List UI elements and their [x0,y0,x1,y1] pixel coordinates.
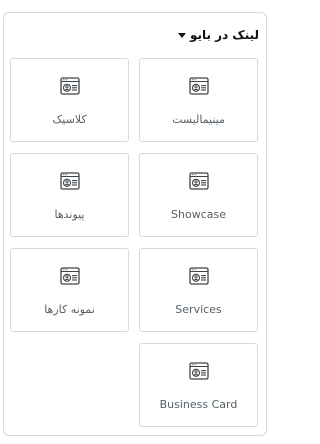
tile-label: نمونه کارها [44,303,95,316]
profile-card-icon [59,77,80,95]
tile-label: Showcase [171,208,226,221]
template-tile-showcase[interactable]: Showcase [139,153,258,237]
template-tile-portfolio[interactable]: نمونه کارها [10,248,129,332]
profile-card-icon [59,172,80,190]
link-in-bio-panel: لینک در بایو مینیمالیست کلاسیک Showcase … [3,12,267,436]
profile-card-icon [59,267,80,285]
profile-card-icon [188,267,209,285]
tile-label: کلاسیک [52,113,87,126]
panel-header-toggle[interactable]: لینک در بایو [177,25,259,45]
template-tile-minimalist[interactable]: مینیمالیست [139,58,258,142]
profile-card-icon [188,77,209,95]
panel-title: لینک در بایو [189,28,259,42]
template-tile-business-card[interactable]: Business Card [139,343,258,427]
template-tile-links[interactable]: پیوندها [10,153,129,237]
template-tile-classic[interactable]: کلاسیک [10,58,129,142]
tile-label: Business Card [159,398,238,411]
tile-label: پیوندها [54,208,85,221]
profile-card-icon [188,172,209,190]
tile-label: مینیمالیست [172,113,225,126]
profile-card-icon [188,362,209,380]
template-tile-services[interactable]: Services [139,248,258,332]
tile-label: Services [175,303,222,316]
caret-down-icon [177,32,186,38]
